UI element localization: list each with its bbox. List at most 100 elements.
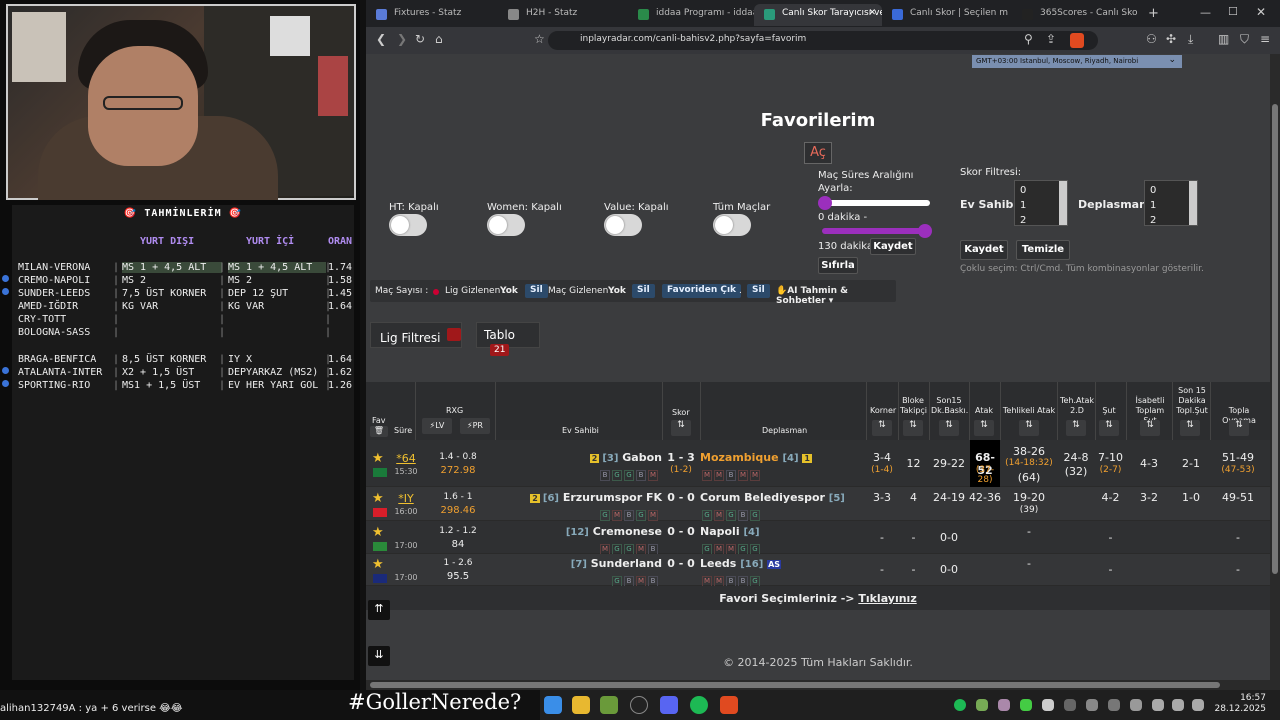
new-tab-button[interactable]: +: [1148, 6, 1159, 21]
menu-icon[interactable]: ≡: [1260, 32, 1270, 46]
tray-spotify-icon[interactable]: [954, 699, 966, 711]
tray-icon[interactable]: [1086, 699, 1098, 711]
table-button[interactable]: Tablo 21: [476, 322, 540, 356]
score-clear-button[interactable]: Temizle: [1016, 240, 1070, 260]
away-team[interactable]: Leeds [16] AS: [700, 557, 870, 570]
league-delete-button[interactable]: Sil: [525, 284, 548, 298]
lv-sort-button[interactable]: ⚡LV: [422, 418, 452, 434]
attack-sort-button[interactable]: ⇅: [974, 420, 994, 436]
duration-save-button[interactable]: Kaydet: [870, 238, 916, 255]
shot-sort-button[interactable]: ⇅: [1099, 420, 1119, 436]
horizontal-scroll-thumb[interactable]: [370, 682, 1220, 688]
windows-start-icon[interactable]: [544, 696, 562, 714]
favorites-link[interactable]: Tıklayınız: [858, 592, 916, 605]
duration-reset-button[interactable]: Sıfırla: [818, 257, 858, 274]
spotify-icon[interactable]: [690, 696, 708, 714]
timezone-select[interactable]: GMT+03:00 Istanbul, Moscow, Riyadh, Nair…: [972, 55, 1182, 68]
browser-tab[interactable]: H2H - Statz: [498, 4, 624, 26]
home-team[interactable]: 2 [3] Gabon: [506, 451, 662, 464]
home-team[interactable]: [12] Cremonese: [506, 525, 662, 538]
favorite-star-icon[interactable]: ★: [372, 492, 386, 505]
ht-toggle[interactable]: [389, 214, 427, 236]
close-tab-icon[interactable]: ✕: [868, 8, 876, 18]
away-score-listbox[interactable]: 0 1 2: [1144, 180, 1198, 226]
pr-sort-button[interactable]: ⚡PR: [460, 418, 490, 434]
remove-favorite-button[interactable]: Favoriden Çık: [662, 284, 742, 298]
match-delete-button[interactable]: Sil: [632, 284, 655, 298]
son15-sort-button[interactable]: ⇅: [939, 420, 959, 436]
blocked-sort-button[interactable]: ⇅: [903, 420, 923, 436]
browser-tab[interactable]: 365Scores - Canlı Skorlar,: [1012, 4, 1138, 26]
close-window-icon[interactable]: ✕: [1256, 5, 1266, 19]
listbox-scrollbar[interactable]: [1059, 181, 1067, 225]
brave-shield-icon[interactable]: [1070, 33, 1084, 48]
browser-tab[interactable]: iddaa Programı - iddaa Bü: [628, 4, 754, 26]
home-score-listbox[interactable]: 0 1 2: [1014, 180, 1068, 226]
tray-pen-icon[interactable]: [998, 699, 1010, 711]
obs-icon[interactable]: [630, 696, 648, 714]
maximize-icon[interactable]: ☐: [1228, 5, 1238, 18]
network-icon[interactable]: [1192, 699, 1204, 711]
vertical-scroll-thumb[interactable]: [1272, 104, 1278, 574]
favorite-star-icon[interactable]: ★: [372, 452, 386, 465]
match-row[interactable]: ★ 17:00 1.2 - 1.2 84 [12] Cremonese M G G M B 0 - …: [366, 521, 1270, 555]
all-matches-toggle[interactable]: [713, 214, 751, 236]
delete-button[interactable]: Sil: [747, 284, 770, 298]
microphone-icon[interactable]: [1152, 699, 1164, 711]
match-row[interactable]: ★ *64 15:30 1.4 - 0.8 272.98 2 [3] Gabon B G G B M 1…: [366, 440, 1270, 487]
vpn-icon[interactable]: ⛉: [1240, 32, 1249, 47]
favorite-star-icon[interactable]: ★: [372, 558, 386, 571]
browser-tab[interactable]: Canlı Skor Tarayıcısı ve ✕: [754, 4, 882, 26]
tray-nvidia-icon[interactable]: [1020, 699, 1032, 711]
open-button[interactable]: Aç: [804, 142, 832, 164]
zoom-icon[interactable]: ⚲: [1024, 32, 1033, 46]
horizontal-scrollbar[interactable]: [366, 680, 1270, 690]
tray-icon[interactable]: [1108, 699, 1120, 711]
sidebar-icon[interactable]: ▥: [1218, 32, 1229, 46]
bookmark-icon[interactable]: ☆: [534, 32, 545, 46]
file-explorer-icon[interactable]: [572, 696, 590, 714]
match-row[interactable]: ★ 17:00 1 - 2.6 95.5 [7] Sunderland G B M B 0 - 0…: [366, 554, 1270, 587]
brave-icon[interactable]: [720, 696, 738, 714]
away-team[interactable]: Napoli [4]: [700, 525, 870, 538]
share-icon[interactable]: ⇪: [1046, 32, 1056, 46]
clock[interactable]: 16:57 28.12.2025: [1214, 693, 1266, 715]
favorite-star-icon[interactable]: ★: [372, 526, 386, 539]
max-slider[interactable]: [822, 228, 930, 234]
forward-icon[interactable]: ❯: [397, 32, 407, 46]
browser-tab[interactable]: Canlı Skor | Seçilen maçlar: [882, 4, 1008, 26]
son15shot-sort-button[interactable]: ⇅: [1180, 420, 1200, 436]
corner-sort-button[interactable]: ⇅: [872, 420, 892, 436]
ai-chat-dropdown[interactable]: ✋AI Tahmin & Sohbetler ▾: [776, 286, 896, 306]
tray-discord-icon[interactable]: [1042, 699, 1054, 711]
scroll-up-button[interactable]: ⇈: [368, 600, 390, 620]
min-slider[interactable]: [822, 200, 930, 206]
trash-icon[interactable]: 🗑: [370, 426, 388, 437]
browser-tab[interactable]: Fixtures - Statz: [366, 4, 492, 26]
back-icon[interactable]: ❮: [376, 32, 386, 46]
discord-icon[interactable]: [660, 696, 678, 714]
home-team[interactable]: 2 [6] Erzurumspor FK: [506, 491, 662, 504]
max-slider-knob[interactable]: [918, 224, 932, 238]
tray-icon[interactable]: [1130, 699, 1142, 711]
min-slider-knob[interactable]: [818, 196, 832, 210]
home-team[interactable]: [7] Sunderland: [506, 557, 662, 570]
puzzle-icon[interactable]: ✣: [1166, 32, 1176, 46]
volume-icon[interactable]: [1172, 699, 1184, 711]
match-row[interactable]: ★ *IY 16:00 1.6 - 1 298.46 2 [6] Erzurumspor F…: [366, 487, 1270, 521]
on-target-sort-button[interactable]: ⇅: [1140, 420, 1160, 436]
notepad-icon[interactable]: [600, 696, 618, 714]
tray-icon[interactable]: [1064, 699, 1076, 711]
reload-icon[interactable]: ↻: [415, 32, 425, 46]
minimize-icon[interactable]: —: [1200, 6, 1211, 19]
address-bar[interactable]: inplayradar.com/canli-bahisv2.php?sayfa=…: [548, 31, 1098, 50]
tray-app-icon[interactable]: [976, 699, 988, 711]
score-sort-button[interactable]: ⇅: [671, 420, 691, 436]
women-toggle[interactable]: [487, 214, 525, 236]
danger-sort-button[interactable]: ⇅: [1019, 420, 1039, 436]
extension-icon[interactable]: ⚇: [1146, 32, 1157, 46]
value-toggle[interactable]: [604, 214, 642, 236]
away-team[interactable]: Corum Belediyespor [5]: [700, 491, 870, 504]
teh2d-sort-button[interactable]: ⇅: [1066, 420, 1086, 436]
league-filter-button[interactable]: Lig Filtresi: [370, 322, 462, 348]
